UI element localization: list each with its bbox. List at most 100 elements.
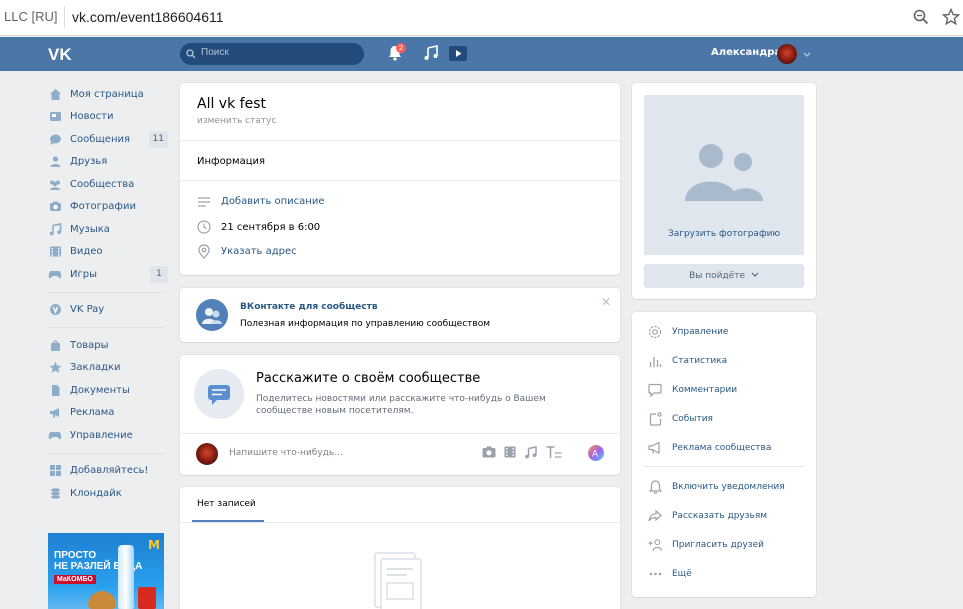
tell-about-community-card: Расскажите о своём сообществе Поделитесь… [180, 355, 620, 475]
chevron-down-icon [751, 272, 759, 277]
page-title: All vk fest [197, 96, 266, 112]
add-description-row[interactable]: Добавить описание [197, 196, 325, 207]
play-icon[interactable] [449, 46, 467, 64]
fries-image [138, 587, 156, 609]
burger-image [88, 591, 116, 609]
address-row[interactable]: Указать адрес [197, 244, 297, 259]
vk-emoji-icon[interactable]: A [587, 444, 605, 465]
calendar-icon [648, 412, 662, 426]
sidebar-item-goods[interactable]: Товары [48, 334, 168, 357]
tip-title[interactable]: ВКонтакте для сообществ [240, 302, 378, 312]
user-name[interactable]: Александра [711, 47, 781, 58]
bottle-image [118, 545, 134, 609]
community-tip-icon [196, 299, 228, 331]
sidebar-item-ads[interactable]: Реклама [48, 402, 168, 425]
star-icon [48, 361, 62, 375]
action-management[interactable]: Управление [648, 325, 728, 339]
certificate-label[interactable]: LLC [RU] [4, 9, 57, 24]
sidebar-item-label: Новости [70, 111, 114, 123]
sidebar-item-label: Музыка [70, 223, 110, 235]
vk-logo-icon[interactable]: VK [48, 44, 76, 64]
action-more[interactable]: Ещё [648, 567, 692, 581]
post-composer-input[interactable]: Напишите что-нибудь... [229, 448, 343, 458]
sidebar-item-messages[interactable]: Сообщения 11 [48, 128, 168, 151]
sidebar-item-games[interactable]: Игры 1 [48, 263, 168, 286]
stats-icon [648, 354, 662, 368]
action-events[interactable]: События [648, 412, 713, 426]
document-icon [48, 383, 62, 397]
sidebar-item-photos[interactable]: Фотографии [48, 196, 168, 219]
action-share[interactable]: Рассказать друзьям [648, 509, 767, 523]
upload-photo-link[interactable]: Загрузить фотографию [644, 229, 804, 239]
sidebar-item-label: Добавляйтесь! [70, 465, 149, 477]
bookmark-star-icon[interactable] [941, 7, 961, 26]
status-edit-link[interactable]: изменить статус [197, 116, 276, 126]
friend-icon [48, 155, 62, 169]
tab-no-posts[interactable]: Нет записей [197, 499, 256, 509]
action-label: Комментарии [672, 385, 738, 395]
sidebar-item-video[interactable]: Видео [48, 241, 168, 264]
sidebar-item-documents[interactable]: Документы [48, 379, 168, 402]
close-icon[interactable]: ✕ [601, 295, 611, 309]
mcdonalds-logo-icon: M [148, 538, 160, 552]
sidebar-item-label: Товары [70, 339, 109, 351]
action-label: Статистика [672, 356, 728, 366]
action-invite[interactable]: Пригласить друзей [648, 538, 764, 552]
divider [180, 140, 620, 141]
music-icon[interactable] [525, 446, 537, 462]
left-sidebar: Моя страница Новости Сообщения 11 Друзья… [48, 83, 168, 505]
svg-text:VK: VK [48, 45, 72, 64]
sidebar-item-friends[interactable]: Друзья [48, 151, 168, 174]
action-label: Включить уведомления [672, 482, 785, 492]
video-icon[interactable] [504, 446, 516, 461]
sidebar-item-label: Управление [70, 429, 133, 441]
add-description-link[interactable]: Добавить описание [221, 196, 325, 207]
invite-icon [648, 538, 662, 552]
event-date: 21 сентября в 6:00 [221, 221, 321, 233]
action-ads[interactable]: Реклама сообщества [648, 441, 771, 455]
sidebar-item-klondike[interactable]: Клондайк [48, 482, 168, 505]
sidebar-item-my-page[interactable]: Моя страница [48, 83, 168, 106]
address-link[interactable]: Указать адрес [221, 246, 297, 257]
text-format-icon[interactable] [546, 446, 562, 462]
empty-wall-icon [373, 551, 423, 609]
vk-header: VK Поиск 2 Александра [0, 37, 963, 71]
address-bar[interactable]: vk.com/event186604611 [72, 9, 224, 25]
sidebar-item-label: Игры [70, 268, 97, 280]
sidebar-item-label: Клондайк [70, 487, 122, 499]
sidebar-item-label: Фотографии [70, 201, 136, 213]
action-comments[interactable]: Комментарии [648, 383, 737, 397]
search-input[interactable]: Поиск [180, 43, 364, 65]
music-icon[interactable] [424, 45, 438, 64]
zoom-icon[interactable] [912, 8, 930, 26]
sidebar-item-groups[interactable]: Сообщества [48, 173, 168, 196]
home-icon [48, 87, 62, 101]
avatar[interactable] [777, 44, 797, 64]
group-photo-card: Загрузить фотографию Вы пойдёте [632, 83, 816, 299]
date-row: 21 сентября в 6:00 [197, 220, 320, 234]
going-button[interactable]: Вы пойдёте [644, 264, 804, 288]
group-actions-card: Управление Статистика Комментарии Событи… [632, 312, 816, 597]
sidebar-item-news[interactable]: Новости [48, 106, 168, 129]
action-statistics[interactable]: Статистика [648, 354, 727, 368]
chevron-down-icon[interactable] [803, 50, 811, 61]
sidebar-item-vk-pay[interactable]: VK Pay [48, 299, 168, 322]
photo-placeholder[interactable]: Загрузить фотографию [644, 95, 804, 255]
sidebar-item-bookmarks[interactable]: Закладки [48, 357, 168, 380]
news-icon [48, 110, 62, 124]
sidebar-item-music[interactable]: Музыка [48, 218, 168, 241]
action-notifications[interactable]: Включить уведомления [648, 480, 785, 494]
sidebar-item-join[interactable]: Добавляйтесь! [48, 460, 168, 483]
apps-icon [48, 464, 62, 478]
groups-icon [48, 177, 62, 191]
comment-icon [648, 383, 662, 397]
sidebar-item-label: Закладки [70, 362, 121, 374]
vkpay-icon [48, 303, 62, 317]
camera-icon[interactable] [482, 446, 496, 461]
lines-icon [197, 196, 211, 207]
sidebar-item-management[interactable]: Управление [48, 424, 168, 447]
unread-count-badge: 11 [148, 131, 168, 148]
action-label: Управление [672, 327, 729, 337]
ad-banner[interactable]: M ПРОСТО НЕ РАЗЛЕЙ ВОДА МаКОМБО [48, 533, 164, 609]
location-pin-icon [197, 244, 211, 259]
